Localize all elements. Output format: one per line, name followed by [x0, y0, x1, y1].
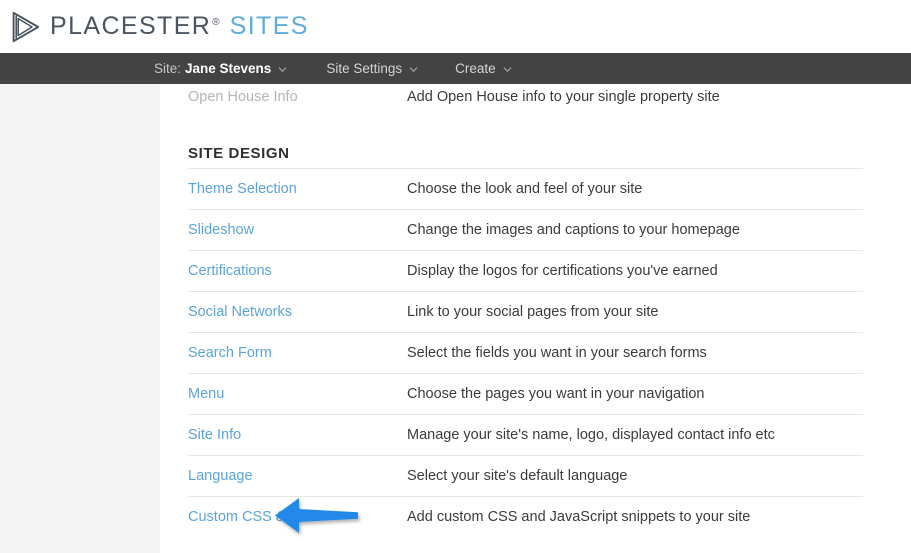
chevron-down-icon: [503, 67, 512, 73]
row-link-open-house-info[interactable]: Open House Info: [188, 89, 407, 105]
row-description: Display the logos for certifications you…: [407, 262, 718, 279]
list-item[interactable]: Certifications Display the logos for cer…: [160, 250, 911, 291]
nav-create-label: Create: [455, 61, 496, 76]
row-description: Choose the pages you want in your naviga…: [407, 385, 705, 402]
trademark-mark: ®: [212, 17, 220, 28]
row-description: Choose the look and feel of your site: [407, 180, 643, 197]
row-link-site-info[interactable]: Site Info: [188, 427, 407, 443]
row-description: Add Open House info to your single prope…: [407, 89, 720, 105]
section-title-site-design: SITE DESIGN: [188, 145, 290, 162]
main-navbar: Site: Jane Stevens Site Settings Create: [0, 53, 911, 84]
nav-site-settings-label: Site Settings: [326, 61, 403, 76]
row-link-theme-selection[interactable]: Theme Selection: [188, 181, 407, 197]
row-description: Link to your social pages from your site: [407, 303, 659, 320]
list-item[interactable]: Slideshow Change the images and captions…: [160, 209, 911, 250]
row-link-certifications[interactable]: Certifications: [188, 263, 407, 279]
placester-play-logo-icon: [12, 11, 40, 42]
page-body: Open House Info Add Open House info to y…: [0, 84, 911, 553]
list-item[interactable]: Open House Info Add Open House info to y…: [160, 84, 911, 110]
row-link-menu[interactable]: Menu: [188, 386, 407, 402]
content-panel: Open House Info Add Open House info to y…: [160, 84, 911, 553]
chevron-down-icon: [278, 67, 287, 73]
list-item[interactable]: Site Info Manage your site's name, logo,…: [160, 414, 911, 455]
list-item[interactable]: Search Form Select the fields you want i…: [160, 332, 911, 373]
row-description: Manage your site's name, logo, displayed…: [407, 426, 775, 443]
nav-item-site-selector[interactable]: Site: Jane Stevens: [154, 61, 287, 76]
list-item[interactable]: Language Select your site's default lang…: [160, 455, 911, 496]
brand-name: PLACESTER: [50, 12, 212, 40]
chevron-down-icon: [409, 67, 418, 73]
nav-item-create[interactable]: Create: [455, 61, 512, 76]
row-description: Select the fields you want in your searc…: [407, 344, 707, 361]
brand-header: PLACESTER® SITES: [0, 0, 911, 53]
row-description: Select your site's default language: [407, 467, 628, 484]
list-item[interactable]: Menu Choose the pages you want in your n…: [160, 373, 911, 414]
row-link-search-form[interactable]: Search Form: [188, 345, 407, 361]
list-item[interactable]: Theme Selection Choose the look and feel…: [160, 168, 911, 209]
nav-item-site-settings[interactable]: Site Settings: [326, 61, 418, 76]
row-link-custom-css-js[interactable]: Custom CSS & JS: [188, 509, 407, 525]
product-name: SITES: [229, 12, 309, 40]
list-item[interactable]: Social Networks Link to your social page…: [160, 291, 911, 332]
row-description: Add custom CSS and JavaScript snippets t…: [407, 508, 751, 525]
nav-site-name: Jane Stevens: [185, 61, 272, 76]
list-item[interactable]: Custom CSS & JS Add custom CSS and JavaS…: [160, 496, 911, 537]
nav-site-prefix: Site:: [154, 61, 182, 76]
brand-wordmark: PLACESTER®: [50, 14, 220, 39]
row-link-social-networks[interactable]: Social Networks: [188, 304, 407, 320]
row-description: Change the images and captions to your h…: [407, 221, 740, 238]
row-link-language[interactable]: Language: [188, 468, 407, 484]
row-link-slideshow[interactable]: Slideshow: [188, 222, 407, 238]
